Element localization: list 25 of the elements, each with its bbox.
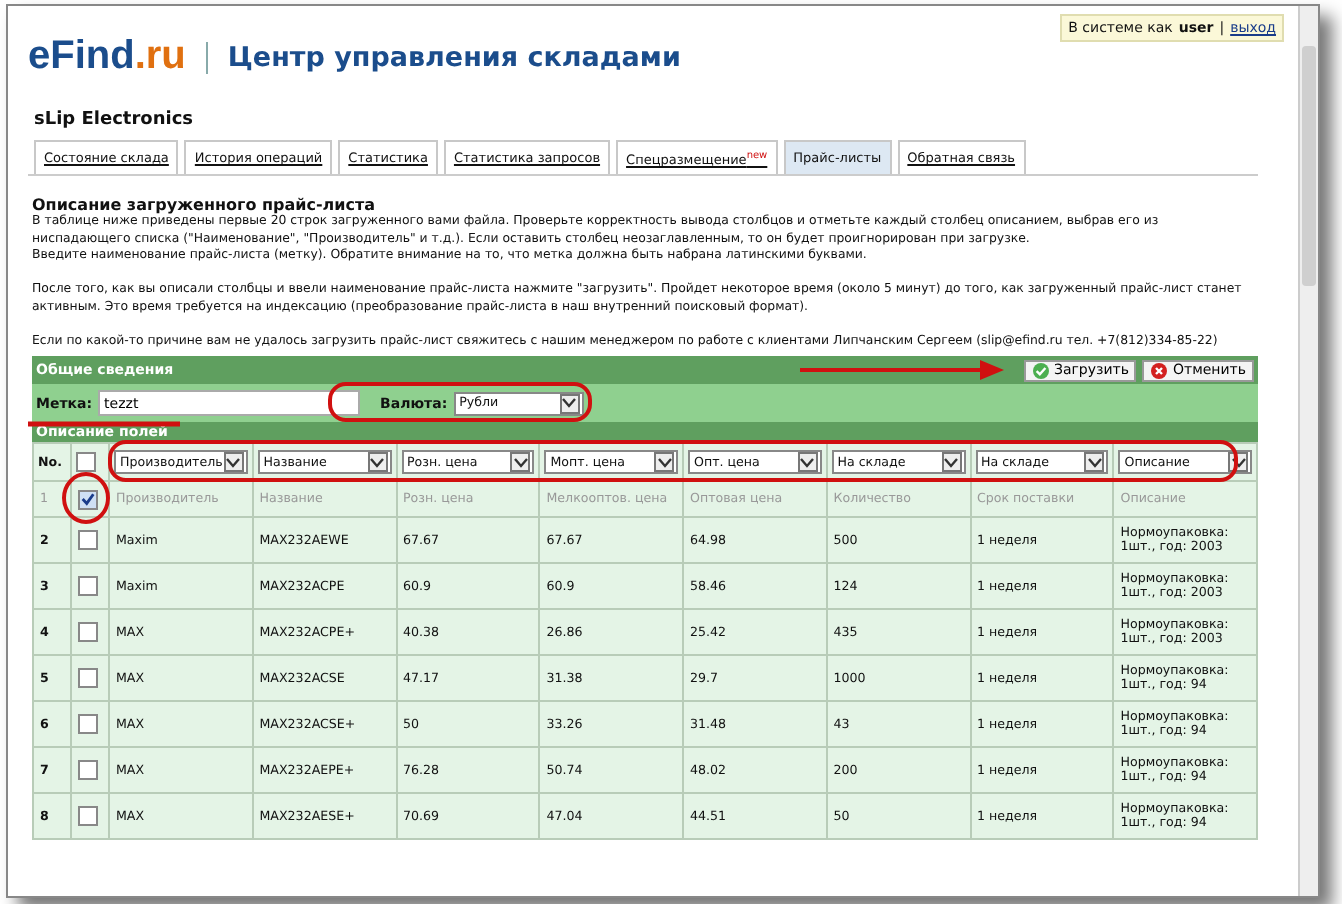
close-icon [1150, 361, 1169, 380]
dropdown-caret-icon [367, 452, 387, 473]
dropdown-caret-icon [654, 452, 674, 473]
checkbox[interactable] [78, 622, 98, 643]
dropdown-caret-icon [510, 452, 531, 473]
checkbox[interactable] [78, 806, 98, 827]
checkbox[interactable] [78, 530, 98, 551]
checkbox[interactable] [76, 452, 96, 473]
checkbox[interactable] [78, 489, 98, 510]
checkbox[interactable] [78, 576, 98, 597]
company-name: sLip Electronics [34, 110, 196, 130]
section-title: Описание загруженного прайс-листа [32, 196, 378, 215]
logo: eFind.ru [28, 34, 186, 80]
page-title: Центр управления складами [227, 41, 681, 73]
dropdown-caret-icon [559, 393, 580, 414]
dropdown-caret-icon [223, 452, 244, 473]
scrollbar[interactable] [1298, 6, 1318, 896]
checkbox[interactable] [78, 714, 98, 735]
checkbox[interactable] [78, 668, 98, 689]
dropdown-caret-icon [941, 452, 961, 473]
dropdown-caret-icon [1084, 452, 1105, 473]
dropdown-caret-icon [797, 452, 818, 473]
annotation-ellipse [62, 472, 110, 524]
checkbox[interactable] [78, 760, 98, 781]
check-icon [1031, 361, 1050, 380]
